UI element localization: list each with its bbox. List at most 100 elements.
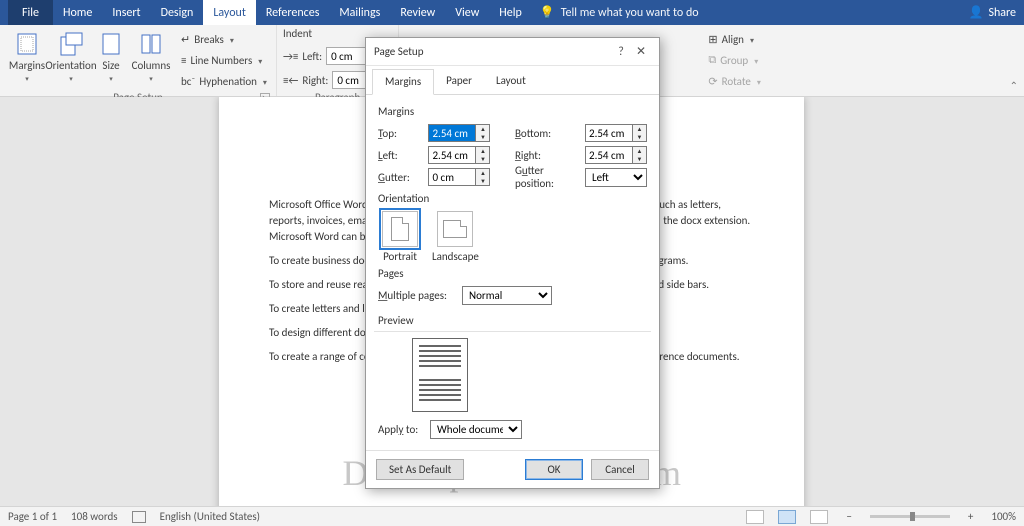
gutter-pos-label: Gutter position: [515,164,579,190]
orientation-section-label: Orientation [378,192,647,205]
hyphenation-icon: bc⁻ [181,75,195,88]
status-bar: Page 1 of 1 108 words English (United St… [0,506,1024,526]
indent-right-icon: ≡← [283,74,298,87]
align-button[interactable]: ⊞Align [705,29,757,49]
menu-layout[interactable]: Layout [203,0,256,25]
line-numbers-icon: ≡ [181,54,186,67]
dialog-titlebar[interactable]: Page Setup ? ✕ [366,38,659,66]
line-numbers-button[interactable]: ≡ Line Numbers [178,50,270,70]
orientation-portrait[interactable]: Portrait [382,211,418,263]
indent-right-label: Right: [302,74,328,87]
line-numbers-label: Line Numbers [190,54,252,67]
menu-home[interactable]: Home [53,0,102,25]
indent-left-input[interactable] [326,47,368,65]
tell-me-label: Tell me what you want to do [561,6,699,20]
margin-right-spinner[interactable]: ▲▼ [633,146,647,164]
menu-review[interactable]: Review [390,0,445,25]
main-menu: File Home Insert Design Layout Reference… [8,0,532,25]
margin-bottom-input[interactable] [585,124,633,142]
margin-left-spinner[interactable]: ▲▼ [476,146,490,164]
ribbon-group-arrange: ⊞Align ⧉Group ⟳Rotate [699,25,770,96]
gutter-input[interactable] [428,168,476,186]
indent-left-label: Left: [302,50,322,63]
bottom-label: Bottom: [515,127,579,140]
columns-icon [137,31,165,57]
multiple-pages-label: Multiple pages: [378,289,456,302]
right-label: Right: [515,149,579,162]
landscape-label: Landscape [432,250,479,263]
zoom-level[interactable]: 100% [991,510,1016,523]
margin-right-input[interactable] [585,146,633,164]
hyphenation-button[interactable]: bc⁻Hyphenation [178,71,270,91]
menu-insert[interactable]: Insert [102,0,150,25]
size-button[interactable]: Size▾ [94,29,128,85]
dialog-help-button[interactable]: ? [611,45,631,59]
menu-view[interactable]: View [445,0,489,25]
status-language[interactable]: English (United States) [160,510,260,523]
rotate-label: Rotate [722,75,751,88]
ribbon-group-page-setup: Margins▾ Orientation▾ Size▾ Columns▾ ↵Br… [0,25,277,96]
margin-top-input[interactable] [428,124,476,142]
margins-section-label: Margins [378,105,647,118]
apply-to-label: Apply to: [378,423,424,436]
gutter-spinner[interactable]: ▲▼ [476,168,490,186]
view-web-layout[interactable] [810,510,828,524]
share-button[interactable]: 👤 Share [968,5,1016,20]
menu-design[interactable]: Design [151,0,204,25]
set-as-default-button[interactable]: Set As Default [376,459,464,480]
breaks-button[interactable]: ↵Breaks [178,29,270,49]
align-icon: ⊞ [708,33,717,46]
orientation-landscape[interactable]: Landscape [432,211,479,263]
orientation-button[interactable]: Orientation▾ [50,29,92,85]
columns-button[interactable]: Columns▾ [130,29,172,85]
status-words[interactable]: 108 words [71,510,118,523]
page-setup-dialog: Page Setup ? ✕ Margins Paper Layout Marg… [365,37,660,489]
pages-section-label: Pages [378,267,647,280]
margins-icon [13,31,41,57]
preview-thumbnail [412,338,468,412]
menu-file[interactable]: File [8,0,53,25]
group-button: ⧉Group [705,50,761,70]
lightbulb-icon: 💡 [540,5,555,20]
top-label: Top: [378,127,422,140]
indent-left-icon: →≡ [283,50,298,63]
multiple-pages-select[interactable]: Normal [462,286,552,305]
tab-margins[interactable]: Margins [372,69,434,95]
margins-button[interactable]: Margins▾ [6,29,48,85]
dialog-title: Page Setup [374,45,423,58]
ok-button[interactable]: OK [525,459,583,480]
spellcheck-icon[interactable] [132,511,146,523]
menu-bar: File Home Insert Design Layout Reference… [0,0,1024,25]
margins-label: Margins [9,59,45,72]
menu-references[interactable]: References [256,0,330,25]
cancel-button[interactable]: Cancel [591,459,649,480]
rotate-button: ⟳Rotate [705,71,764,91]
view-read-mode[interactable] [746,510,764,524]
size-label: Size [102,59,119,72]
margin-bottom-spinner[interactable]: ▲▼ [633,124,647,142]
menu-mailings[interactable]: Mailings [329,0,390,25]
tell-me-search[interactable]: 💡 Tell me what you want to do [540,5,699,20]
gutter-label: Gutter: [378,171,422,184]
tab-paper[interactable]: Paper [434,69,484,95]
collapse-ribbon-button[interactable]: ⌃ [1010,79,1018,92]
group-label: Group [720,54,748,67]
status-page[interactable]: Page 1 of 1 [8,510,57,523]
zoom-in-button[interactable]: + [964,510,977,523]
zoom-slider[interactable] [870,515,950,518]
dialog-close-button[interactable]: ✕ [631,44,651,59]
margin-left-input[interactable] [428,146,476,164]
share-label: Share [988,6,1016,20]
margin-top-spinner[interactable]: ▲▼ [476,124,490,142]
preview-section-label: Preview [378,314,647,327]
left-label: Left: [378,149,422,162]
orientation-icon [57,31,85,57]
menu-help[interactable]: Help [489,0,532,25]
gutter-pos-select[interactable]: Left [585,168,647,187]
orientation-label: Orientation [45,59,96,72]
view-print-layout[interactable] [778,510,796,524]
tab-layout[interactable]: Layout [484,69,538,95]
zoom-out-button[interactable]: − [842,510,855,523]
dialog-tabs: Margins Paper Layout [366,68,659,95]
apply-to-select[interactable]: Whole document [430,420,522,439]
